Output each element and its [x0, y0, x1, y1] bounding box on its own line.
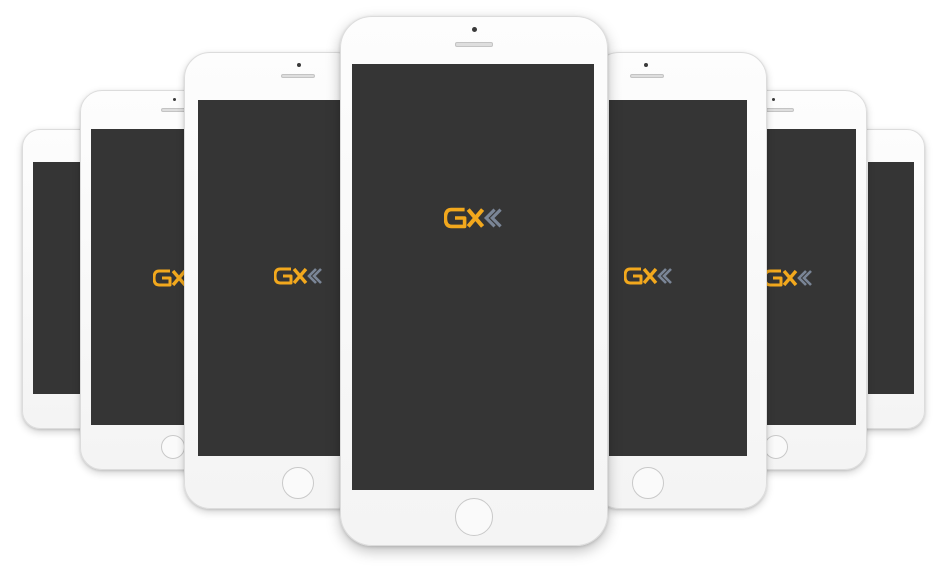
home-button[interactable]: [764, 435, 788, 459]
gex-logo-icon: [444, 206, 502, 230]
earpiece-speaker: [455, 42, 493, 47]
earpiece-speaker: [281, 74, 315, 78]
home-button[interactable]: [632, 467, 664, 499]
phone-center: [340, 16, 608, 546]
phone-screen: [352, 64, 594, 490]
front-camera: [173, 98, 176, 101]
home-button[interactable]: [455, 498, 493, 536]
phone-screen: [868, 162, 914, 394]
home-button[interactable]: [161, 435, 185, 459]
front-camera: [472, 27, 477, 32]
phone-screen: [609, 100, 747, 456]
front-camera: [772, 98, 775, 101]
gex-logo-icon: [274, 267, 322, 285]
phone-right-1: [593, 52, 767, 509]
earpiece-speaker: [766, 108, 794, 112]
gex-logo-icon: [624, 267, 672, 285]
phone-screen: [198, 100, 352, 456]
front-camera: [297, 63, 301, 67]
front-camera: [644, 63, 648, 67]
home-button[interactable]: [282, 467, 314, 499]
phone-left-1: [184, 52, 362, 509]
earpiece-speaker: [630, 74, 664, 78]
phone-screen: [764, 129, 856, 425]
gex-logo-icon: [764, 269, 812, 287]
